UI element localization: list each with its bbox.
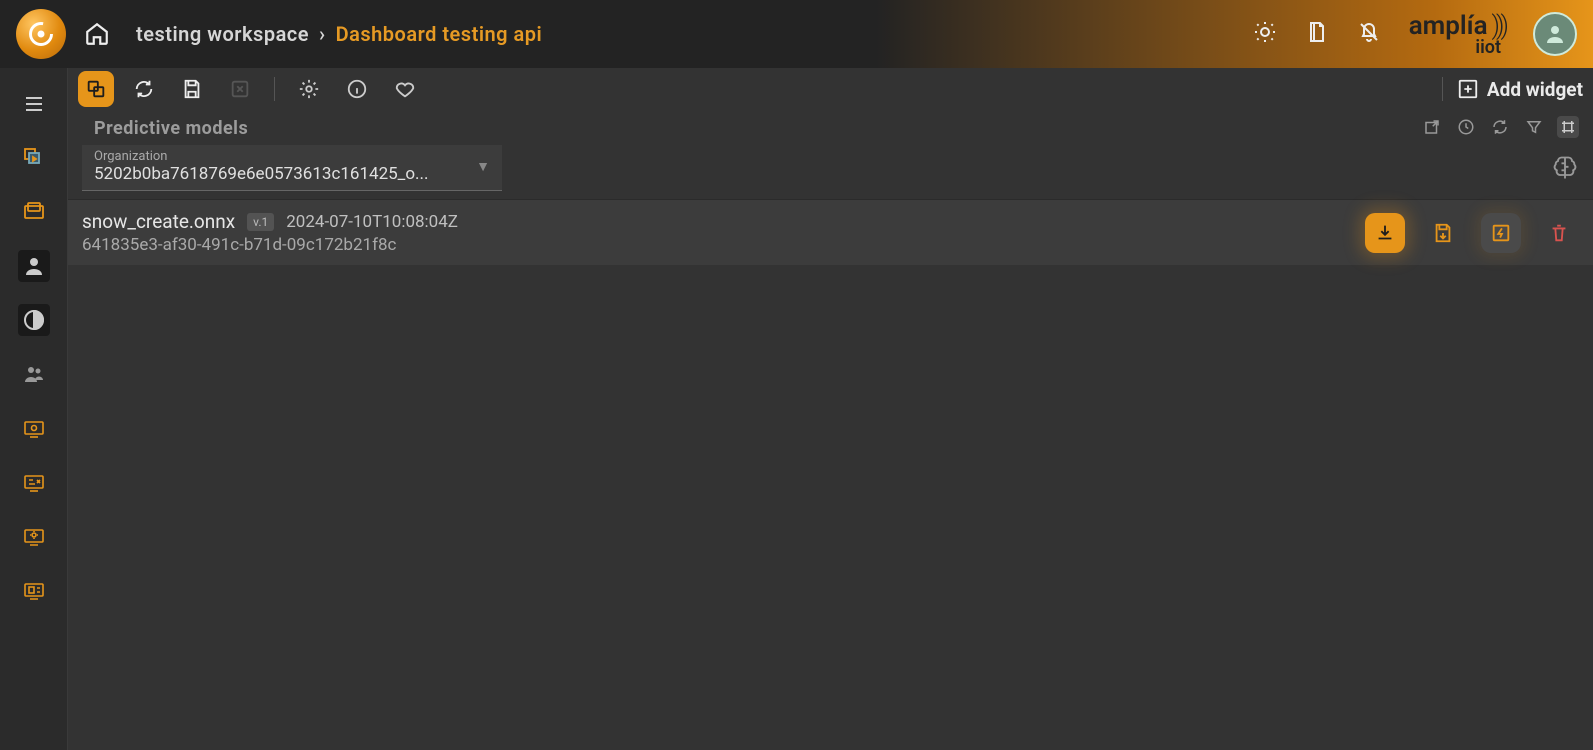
chevron-down-icon: ▼ bbox=[476, 158, 490, 175]
model-save-button[interactable] bbox=[1423, 213, 1463, 253]
org-field-value: 5202b0ba7618769e6e0573613c161425_o... bbox=[94, 164, 429, 184]
model-timestamp: 2024-07-10T10:08:04Z bbox=[286, 212, 458, 232]
model-row[interactable]: snow_create.onnx v.1 2024-07-10T10:08:04… bbox=[68, 199, 1593, 265]
sidebar-config-4[interactable] bbox=[18, 574, 50, 606]
sidebar-config-1[interactable] bbox=[18, 412, 50, 444]
model-brain-icon[interactable] bbox=[1551, 154, 1579, 182]
model-id: 641835e3-af30-491c-b71d-09c172b21f8c bbox=[82, 235, 458, 255]
breadcrumb-parent[interactable]: testing workspace bbox=[136, 22, 309, 46]
panel-history-icon[interactable] bbox=[1455, 116, 1477, 138]
panel-title: Predictive models bbox=[82, 110, 260, 143]
model-download-button[interactable] bbox=[1365, 213, 1405, 253]
home-icon[interactable] bbox=[84, 21, 110, 47]
sidebar-team[interactable] bbox=[18, 358, 50, 390]
model-delete-button[interactable] bbox=[1539, 213, 1579, 253]
top-bar: testing workspace › Dashboard testing ap… bbox=[0, 0, 1593, 68]
toolbar-copy-button[interactable] bbox=[78, 71, 114, 107]
sidebar-contrast[interactable] bbox=[18, 304, 50, 336]
toolbar-favorite-button[interactable] bbox=[387, 71, 423, 107]
sidebar-users[interactable] bbox=[18, 250, 50, 282]
model-name: snow_create.onnx bbox=[82, 210, 235, 233]
brand-label: amplía))) iiot bbox=[1409, 11, 1505, 58]
dashboard-toolbar: Add widget bbox=[68, 68, 1593, 110]
sidebar-dashboards[interactable] bbox=[18, 142, 50, 174]
organization-select[interactable]: Organization 5202b0ba7618769e6e0573613c1… bbox=[82, 145, 502, 191]
toolbar-refresh-button[interactable] bbox=[126, 71, 162, 107]
sidebar-config-2[interactable] bbox=[18, 466, 50, 498]
left-sidebar bbox=[0, 68, 68, 750]
theme-icon[interactable] bbox=[1253, 20, 1277, 48]
panel-filter-icon[interactable] bbox=[1523, 116, 1545, 138]
model-run-button[interactable] bbox=[1481, 213, 1521, 253]
user-avatar[interactable] bbox=[1533, 12, 1577, 56]
panel-layout-icon[interactable] bbox=[1557, 116, 1579, 138]
chevron-right-icon: › bbox=[319, 22, 326, 46]
breadcrumb: testing workspace › Dashboard testing ap… bbox=[136, 22, 542, 46]
toolbar-settings-button[interactable] bbox=[291, 71, 327, 107]
panel-refresh-icon[interactable] bbox=[1489, 116, 1511, 138]
sidebar-devices[interactable] bbox=[18, 196, 50, 228]
panel-header-actions bbox=[1421, 116, 1579, 138]
toolbar-separator bbox=[1442, 77, 1443, 101]
toolbar-info-button[interactable] bbox=[339, 71, 375, 107]
breadcrumb-active[interactable]: Dashboard testing api bbox=[336, 22, 543, 46]
sidebar-config-3[interactable] bbox=[18, 520, 50, 552]
add-widget-label: Add widget bbox=[1487, 78, 1583, 101]
model-version: v.1 bbox=[247, 213, 274, 231]
toolbar-separator bbox=[274, 77, 275, 101]
main-area: Add widget Predictive models Organizatio… bbox=[68, 68, 1593, 750]
menu-toggle[interactable] bbox=[18, 88, 50, 120]
toolbar-save-button[interactable] bbox=[174, 71, 210, 107]
toolbar-close-button bbox=[222, 71, 258, 107]
add-widget-button[interactable]: Add widget bbox=[1457, 78, 1583, 101]
app-logo[interactable] bbox=[16, 9, 66, 59]
docs-icon[interactable] bbox=[1305, 20, 1329, 48]
brand-sub: iiot bbox=[1475, 37, 1501, 58]
panel-export-icon[interactable] bbox=[1421, 116, 1443, 138]
notifications-off-icon[interactable] bbox=[1357, 20, 1381, 48]
org-field-label: Organization bbox=[94, 149, 429, 164]
